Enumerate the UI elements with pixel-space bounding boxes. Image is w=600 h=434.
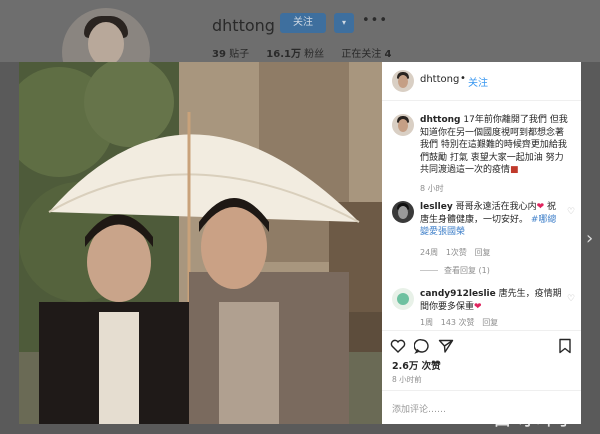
profile-follow-button[interactable]: 关注: [280, 13, 326, 33]
bookmark-icon[interactable]: [557, 338, 573, 354]
post-author-avatar[interactable]: [392, 70, 414, 92]
profile-more-icon[interactable]: •••: [362, 13, 388, 28]
comment-meta: 24周 1次赞 回复: [420, 247, 491, 258]
comment-item: leslley 哥哥永遠活在我心内❤ 祝唐生身體健康，一切安好。 #哪總變愛張國…: [420, 202, 557, 237]
comment-reply-button[interactable]: 回复: [475, 248, 491, 257]
post-image: [19, 62, 382, 424]
comment-reply-button[interactable]: 回复: [482, 318, 498, 327]
comment-username[interactable]: leslley: [420, 202, 453, 212]
header-follow-button[interactable]: 关注: [468, 74, 488, 89]
share-icon[interactable]: [438, 338, 454, 354]
profile-suggestions-button[interactable]: ▾: [334, 13, 354, 33]
comment-text: 哥哥永遠活在我心内: [455, 202, 537, 212]
post-author-username[interactable]: dhttong: [420, 74, 459, 85]
comment-likes[interactable]: 1次赞: [446, 248, 467, 257]
caption-time: 8 小时: [420, 184, 444, 193]
post-caption: dhttong 17年前你離開了我們 但我知道你在另一個國度視呵到都想念著我們 …: [420, 115, 568, 175]
profile-username: dhttong: [212, 16, 275, 35]
caption-author-avatar[interactable]: [392, 114, 414, 136]
comment-like-icon[interactable]: ♡: [567, 207, 575, 217]
header-separator: •: [460, 73, 466, 84]
post-photo-illustration: [19, 62, 382, 424]
post-header: dhttong • 关注: [382, 62, 581, 101]
post-time: 8 小时前: [392, 375, 422, 384]
view-replies-button[interactable]: 查看回复 (1): [420, 265, 490, 276]
post-detail-panel: dhttong • 关注 dhttong 17年前你離開了我們 但我知道你在另一…: [382, 62, 581, 424]
followers-stat[interactable]: 16.1万 粉丝: [266, 49, 324, 60]
comment-username[interactable]: candy912leslie: [420, 289, 496, 299]
add-comment-input[interactable]: 添加评论……: [392, 402, 446, 415]
comment-time: 1周: [420, 318, 434, 327]
chevron-right-icon[interactable]: ›: [586, 228, 593, 249]
comment-icon[interactable]: [414, 338, 430, 354]
site-watermark: 若水网: [490, 406, 575, 431]
following-stat[interactable]: 正在关注 4: [341, 49, 391, 60]
posts-stat[interactable]: 39 贴子: [212, 49, 249, 60]
comment-like-icon[interactable]: ♡: [567, 294, 575, 304]
comment-item: candy912leslie 唐先生，疫情期間你要多保重❤: [420, 289, 562, 312]
profile-stats: 39 贴子 16.1万 粉丝 正在关注 4: [212, 45, 406, 60]
caption-username[interactable]: dhttong: [420, 115, 461, 125]
comment-likes[interactable]: 143 次赞: [441, 318, 475, 327]
comment-meta: 1周 143 次赞 回复: [420, 317, 498, 328]
heart-icon[interactable]: [390, 338, 406, 354]
likes-count[interactable]: 2.6万 次赞: [392, 358, 441, 372]
post-actions-bar: [382, 330, 581, 361]
comment-avatar[interactable]: [392, 201, 414, 223]
comment-time: 24周: [420, 248, 439, 257]
comment-avatar[interactable]: [392, 288, 414, 310]
